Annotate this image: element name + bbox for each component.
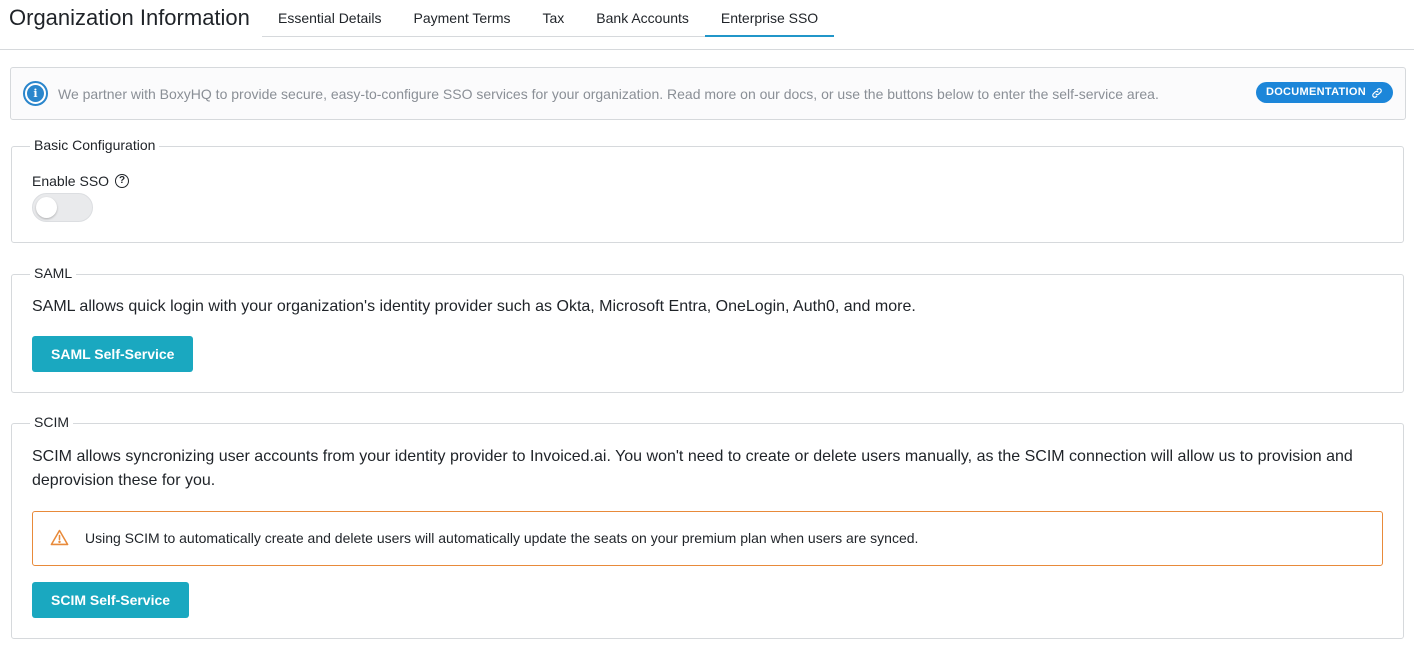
info-banner-text: We partner with BoxyHQ to provide secure… [58, 86, 1159, 102]
enable-sso-text: Enable SSO [32, 173, 110, 189]
tab-bar: Essential Details Payment Terms Tax Bank… [262, 0, 835, 37]
scim-description: SCIM allows syncronizing user accounts f… [32, 448, 1353, 489]
scim-warning-alert: Using SCIM to automatically create and d… [32, 511, 1383, 566]
tab-enterprise-sso[interactable]: Enterprise SSO [704, 0, 835, 37]
basic-configuration-legend: Basic Configuration [30, 137, 160, 153]
scim-section: SCIM SCIM allows syncronizing user accou… [11, 414, 1404, 639]
info-icon: i [23, 81, 48, 106]
warning-icon [50, 529, 69, 551]
saml-section: SAML SAML allows quick login with your o… [11, 265, 1404, 393]
tab-essential-details[interactable]: Essential Details [262, 0, 398, 36]
info-banner: i We partner with BoxyHQ to provide secu… [10, 67, 1406, 120]
help-icon[interactable]: ? [115, 174, 130, 188]
saml-description: SAML allows quick login with your organi… [32, 298, 916, 315]
tab-bank-accounts[interactable]: Bank Accounts [580, 0, 705, 36]
scim-warning-text: Using SCIM to automatically create and d… [85, 530, 919, 546]
documentation-button[interactable]: DOCUMENTATION [1255, 82, 1393, 103]
basic-configuration-section: Basic Configuration Enable SSO ? [11, 137, 1404, 243]
page-title: Organization Information [9, 5, 250, 30]
saml-self-service-button[interactable]: SAML Self-Service [32, 336, 194, 372]
documentation-button-label: DOCUMENTATION [1265, 86, 1366, 98]
enable-sso-label: Enable SSO ? [32, 173, 130, 189]
saml-legend: SAML [30, 265, 77, 281]
tab-tax[interactable]: Tax [527, 0, 581, 36]
enable-sso-toggle[interactable] [32, 193, 93, 222]
header-divider [0, 49, 1414, 50]
tab-payment-terms[interactable]: Payment Terms [398, 0, 527, 36]
link-icon [1371, 87, 1383, 99]
scim-legend: SCIM [30, 414, 73, 430]
toggle-knob [36, 197, 57, 218]
scim-self-service-button[interactable]: SCIM Self-Service [32, 582, 190, 618]
